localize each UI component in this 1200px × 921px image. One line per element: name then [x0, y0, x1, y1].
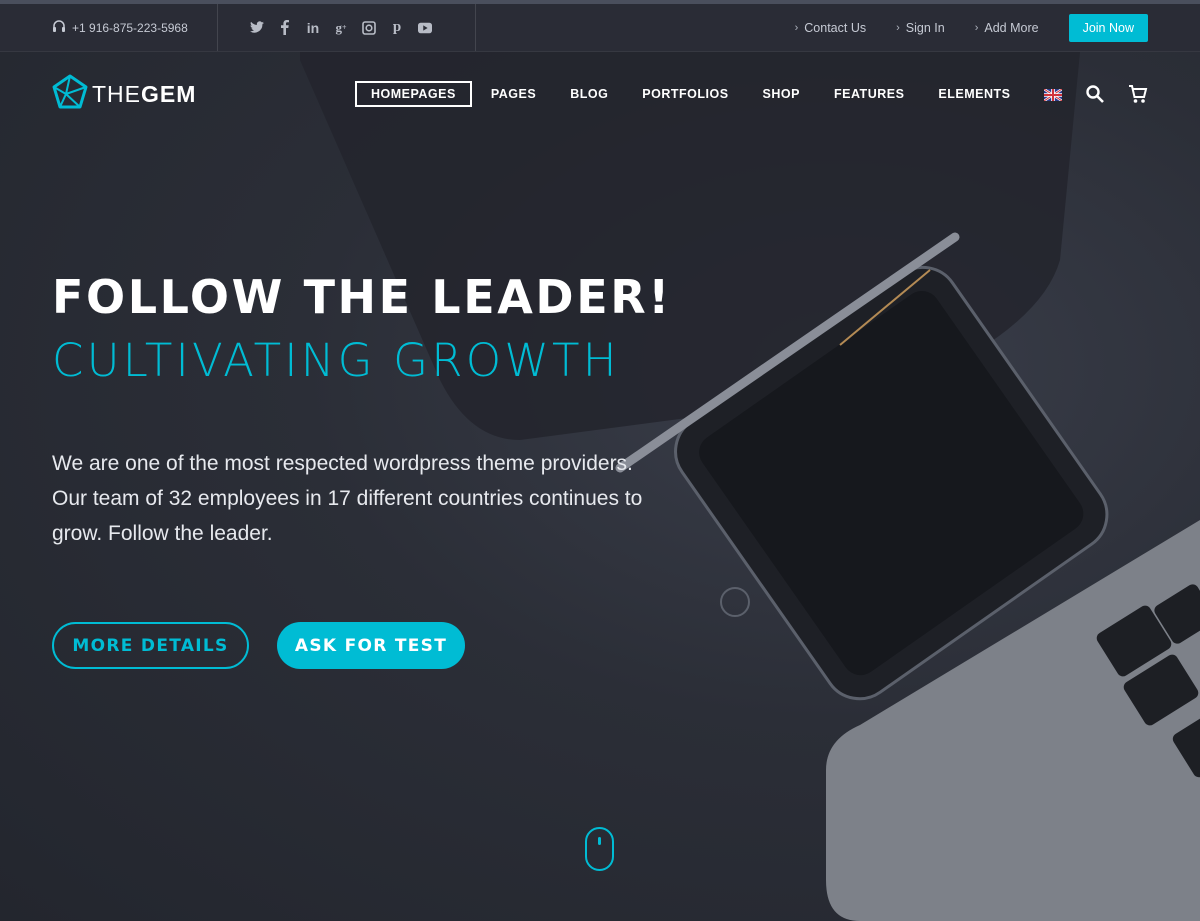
add-more-label: Add More: [984, 20, 1039, 35]
twitter-icon[interactable]: [250, 21, 264, 35]
sign-in-link[interactable]: › Sign In: [896, 21, 945, 35]
nav-item-shop[interactable]: SHOP: [748, 81, 815, 107]
more-details-button[interactable]: MORE DETAILS: [52, 622, 249, 669]
nav-item-homepages[interactable]: HOMEPAGES: [355, 81, 472, 107]
headphones-icon: [52, 19, 66, 36]
chevron-right-icon: ›: [794, 21, 799, 34]
instagram-icon[interactable]: [362, 20, 376, 35]
pinterest-icon[interactable]: p: [390, 19, 404, 35]
nav-item-blog[interactable]: BLOG: [555, 81, 623, 107]
nav-item-pages[interactable]: PAGES: [476, 81, 551, 107]
add-more-link[interactable]: › Add More: [975, 21, 1039, 35]
cart-icon[interactable]: [1128, 84, 1148, 109]
contact-us-label: Contact Us: [804, 20, 867, 35]
ask-for-test-button[interactable]: ASK FOR TEST: [277, 622, 465, 669]
hero-subtitle: CULTIVATING GROWTH: [52, 334, 620, 387]
nav-item-portfolios[interactable]: PORTFOLIOS: [627, 81, 743, 107]
sign-in-label: Sign In: [905, 20, 945, 35]
googleplus-icon[interactable]: g +: [334, 20, 348, 35]
chevron-right-icon: ›: [974, 21, 979, 34]
contact-us-link[interactable]: › Contact Us: [795, 21, 867, 35]
phone-contact[interactable]: +1 916-875-223-5968: [0, 4, 218, 51]
join-now-button[interactable]: Join Now: [1068, 13, 1148, 42]
nav-item-elements[interactable]: ELEMENTS: [923, 81, 1025, 107]
logo-text: THEGEM: [92, 81, 196, 108]
logo-text-light: THE: [92, 81, 141, 107]
uk-flag-icon[interactable]: [1043, 87, 1063, 106]
social-links: in g + p: [218, 4, 476, 51]
hero-lead: We are one of the most respected wordpre…: [52, 452, 643, 545]
chevron-right-icon: ›: [896, 21, 900, 34]
gem-logo-icon: [52, 74, 88, 115]
logo-text-bold: GEM: [141, 81, 197, 107]
site-logo[interactable]: THEGEM: [52, 74, 196, 115]
search-icon[interactable]: [1086, 85, 1104, 108]
facebook-icon[interactable]: [278, 20, 292, 35]
phone-number: +1 916-875-223-5968: [72, 20, 188, 35]
top-bar: +1 916-875-223-5968 in g + p › Contact Us …: [0, 0, 1200, 52]
header-icons: [1043, 84, 1148, 109]
top-links: › Contact Us › Sign In › Add More Join Now: [476, 13, 1200, 42]
main-navigation: HOMEPAGES PAGES BLOG PORTFOLIOS SHOP FEA…: [355, 81, 1029, 107]
nav-item-features[interactable]: FEATURES: [819, 81, 919, 107]
hero-title: FOLLOW THE LEADER!: [52, 270, 672, 324]
scroll-mouse-icon[interactable]: [585, 827, 614, 871]
linkedin-icon[interactable]: in: [306, 20, 320, 36]
youtube-icon[interactable]: [418, 21, 432, 35]
